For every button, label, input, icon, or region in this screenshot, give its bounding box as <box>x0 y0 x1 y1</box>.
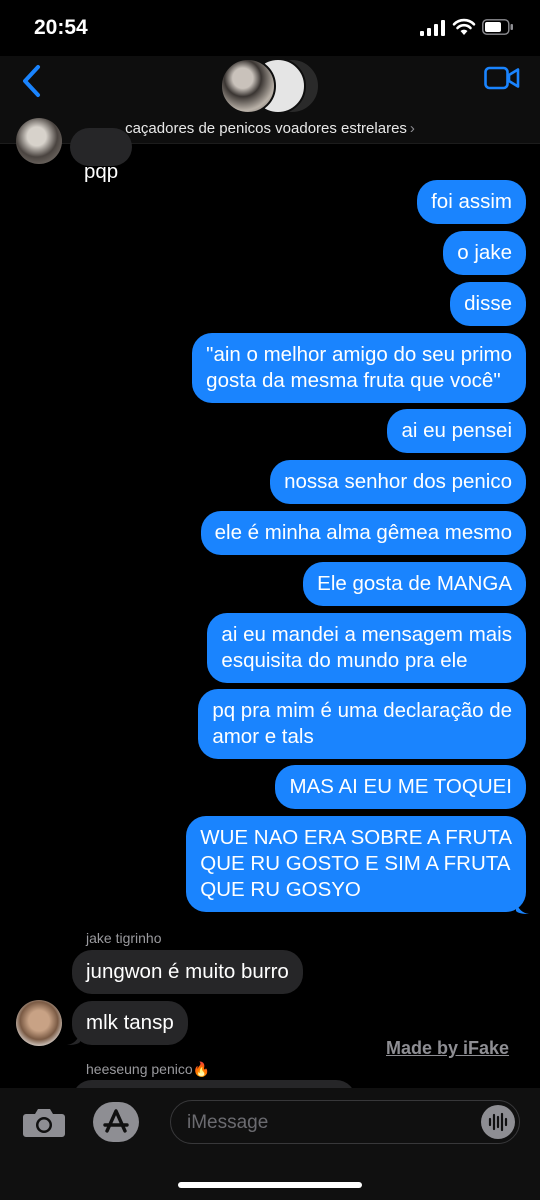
bubble-tail-outgoing <box>516 901 529 914</box>
sender-name: heeseung penico🔥 <box>86 1061 211 1077</box>
sender-avatar[interactable] <box>16 1000 62 1046</box>
watermark: Made by iFake <box>386 1038 510 1058</box>
message-text: ele é minha alma gêmea mesmo <box>214 521 512 544</box>
incoming-message: jungwon é muito burro <box>72 950 303 994</box>
message-text: WUE NAO ERA SOBRE A FRUTA QUE RU GOSTO E… <box>200 826 512 901</box>
sender-name: jake tigrinho <box>86 930 162 946</box>
battery-icon <box>482 19 513 35</box>
outgoing-message: pq pra mim é uma declaração de amor e ta… <box>198 689 526 759</box>
message-text: ai eu mandei a mensagem mais esquisita d… <box>221 623 512 672</box>
outgoing-message: "ain o melhor amigo do seu primo gosta d… <box>192 333 526 403</box>
outgoing-message: o jake <box>443 231 526 275</box>
message-text: o jake <box>457 241 512 264</box>
message-text: MAS AI EU ME TOQUEI <box>289 775 512 798</box>
cellular-signal-icon <box>420 20 445 36</box>
outgoing-message: ele é minha alma gêmea mesmo <box>200 511 526 555</box>
outgoing-message: disse <box>450 282 526 326</box>
outgoing-message: MAS AI EU ME TOQUEI <box>275 765 526 809</box>
message-text: foi assim <box>431 190 512 213</box>
app-store-icon <box>103 1109 129 1133</box>
outgoing-message: Ele gosta de MANGA <box>303 562 526 606</box>
message-text: mlk tansp <box>86 1011 174 1034</box>
app-store-button[interactable] <box>93 1102 139 1142</box>
message-input[interactable]: iMessage <box>170 1100 520 1144</box>
audio-record-button[interactable] <box>481 1105 515 1139</box>
home-indicator <box>178 1182 362 1188</box>
message-text: "ain o melhor amigo do seu primo gosta d… <box>206 343 512 392</box>
incoming-message: mlk tansp <box>72 1001 188 1045</box>
message-text: pqp <box>84 160 119 183</box>
message-input-placeholder: iMessage <box>187 1112 269 1133</box>
back-chevron-icon[interactable] <box>20 64 44 98</box>
message-text: Ele gosta de MANGA <box>317 572 512 595</box>
outgoing-message-last: WUE NAO ERA SOBRE A FRUTA QUE RU GOSTO E… <box>186 816 526 912</box>
incoming-message-partial: pqp <box>70 128 133 183</box>
bubble-tail-incoming <box>67 1032 80 1045</box>
video-call-icon[interactable] <box>484 66 520 90</box>
chevron-right-icon: › <box>409 120 415 137</box>
group-avatar-1 <box>220 58 276 114</box>
message-text: ai eu pensei <box>401 419 512 442</box>
group-name-label: caçadores de penicos voadores estrelares <box>125 120 407 137</box>
status-time: 20:54 <box>34 16 88 39</box>
outgoing-message: ai eu pensei <box>387 409 526 453</box>
camera-icon[interactable] <box>22 1106 66 1138</box>
message-text: disse <box>464 292 512 315</box>
sender-avatar-top[interactable] <box>16 118 62 164</box>
audio-waveform-icon <box>488 1112 508 1132</box>
status-bar: 20:54 <box>0 0 540 56</box>
message-text: nossa senhor dos penico <box>284 470 512 493</box>
outgoing-message: ai eu mandei a mensagem mais esquisita d… <box>207 613 526 683</box>
group-avatars[interactable] <box>220 58 320 114</box>
wifi-icon <box>452 18 476 35</box>
message-text: pq pra mim é uma declaração de amor e ta… <box>212 699 512 748</box>
message-text: jungwon é muito burro <box>86 960 289 983</box>
outgoing-message: foi assim <box>417 180 526 224</box>
outgoing-message: nossa senhor dos penico <box>270 460 526 504</box>
